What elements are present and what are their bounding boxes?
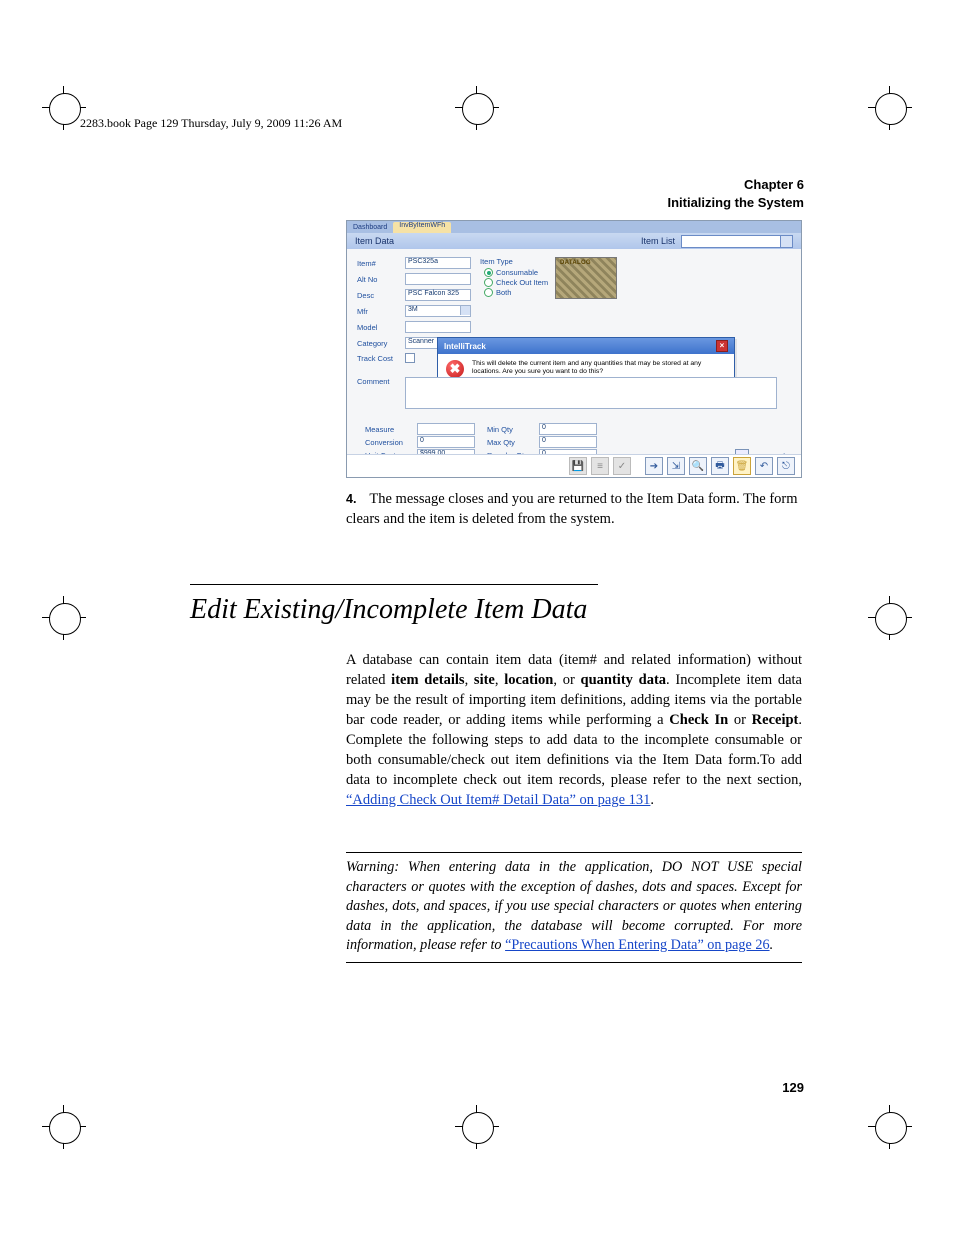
item-list-label: Item List [641,236,675,246]
step-4: 4. The message closes and you are return… [346,490,800,529]
crop-mark [44,88,84,128]
label-mfr: Mfr [357,307,405,316]
tab-strip: Dashboard InvByItemWFh [347,221,801,233]
paragraph-1: A database can contain item data (item# … [346,650,802,810]
label-both: Both [496,288,511,297]
warning-rule-bottom [346,962,802,963]
dialog-message: This will delete the current item and an… [472,360,726,378]
label-measure: Measure [365,425,417,434]
radio-consumable[interactable] [484,268,493,277]
label-itemno: Item# [357,259,405,268]
crop-mark [870,88,910,128]
form-title: Item Data [355,236,394,246]
crop-mark [870,1107,910,1147]
field-mfr[interactable]: 3M [405,305,471,317]
field-minqty[interactable]: 0 [539,423,597,435]
section-title: Edit Existing/Incomplete Item Data [190,594,587,626]
toolbar-next-icon[interactable]: ➔ [645,457,663,475]
toolbar-print-icon[interactable]: 🖶 [711,457,729,475]
tab-dashboard[interactable]: Dashboard [347,224,393,231]
dialog-close-button[interactable]: × [716,340,728,352]
label-minqty: Min Qty [487,425,539,434]
label-desc: Desc [357,291,405,300]
form-toolbar: 💾 ≡ ✓ ➔ ⇲ 🔍 🖶 🗑 ↶ ⎋ [347,454,801,477]
toolbar-undo-icon[interactable]: ↶ [755,457,773,475]
radio-checkout[interactable] [484,278,493,287]
section-rule [190,584,598,585]
field-conversion[interactable]: 0 [417,436,475,448]
crop-mark [44,1107,84,1147]
link-precautions[interactable]: “Precautions When Entering Data” on page… [505,937,769,953]
item-list-select[interactable] [681,235,793,248]
radio-both[interactable] [484,288,493,297]
chapter-heading: Chapter 6 Initializing the System [667,176,804,211]
dialog-title-text: IntelliTrack [444,342,486,351]
field-itemno[interactable]: PSC325a [405,257,471,269]
chapter-number: Chapter 6 [667,176,804,194]
toolbar-delete-icon[interactable]: 🗑 [733,457,751,475]
toolbar-export-icon[interactable]: ⇲ [667,457,685,475]
crop-mark [870,598,910,638]
label-checkoutitem: Check Out Item [496,278,548,287]
label-consumable: Consumable [496,268,538,277]
field-altno[interactable] [405,273,471,285]
item-image-thumbnail: DATALOG [555,257,617,299]
warning-paragraph: Warning: When entering data in the appli… [346,858,802,956]
label-comment: Comment [357,377,405,386]
book-header-line: 2283.book Page 129 Thursday, July 9, 200… [80,116,342,131]
toolbar-save-icon[interactable]: 💾 [569,457,587,475]
label-category: Category [357,339,405,348]
label-model: Model [357,323,405,332]
step-number: 4. [346,491,366,508]
item-data-screenshot: Dashboard InvByItemWFh Item Data Item Li… [346,220,802,478]
toolbar-exit-icon[interactable]: ⎋ [777,457,795,475]
label-conversion: Conversion [365,438,417,447]
label-trackcost: Track Cost [357,354,405,363]
toolbar-list-icon[interactable]: ≡ [591,457,609,475]
page-number: 129 [782,1080,804,1095]
step-text: The message closes and you are returned … [346,491,798,527]
tab-invbyitem[interactable]: InvByItemWFh [393,222,451,233]
field-model[interactable] [405,321,471,333]
label-altno: Alt No [357,275,405,284]
error-icon: ✖ [446,360,464,378]
toolbar-check-icon[interactable]: ✓ [613,457,631,475]
crop-mark [457,1107,497,1147]
label-maxqty: Max Qty [487,438,539,447]
crop-mark [457,88,497,128]
link-adding-checkout-detail[interactable]: “Adding Check Out Item# Detail Data” on … [346,792,650,808]
toolbar-search-icon[interactable]: 🔍 [689,457,707,475]
crop-mark [44,598,84,638]
field-measure[interactable] [417,423,475,435]
field-maxqty[interactable]: 0 [539,436,597,448]
chapter-title: Initializing the System [667,194,804,212]
warning-rule-top [346,852,802,853]
field-desc[interactable]: PSC Falcon 325 [405,289,471,301]
form-titlebar: Item Data Item List [347,233,801,249]
field-comment[interactable] [405,377,777,409]
checkbox-trackcost[interactable] [405,353,415,363]
